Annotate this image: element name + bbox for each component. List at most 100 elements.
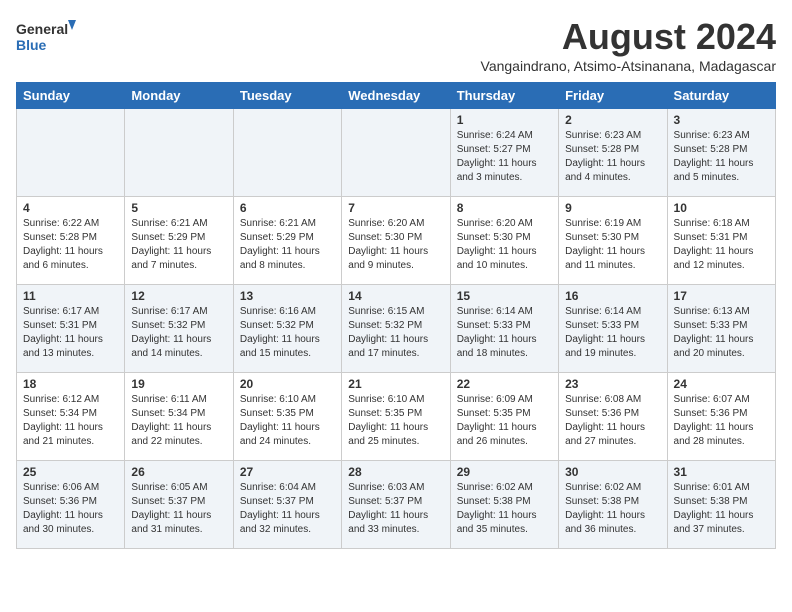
calendar-cell: 11 Sunrise: 6:17 AM Sunset: 5:31 PM Dayl…: [17, 285, 125, 373]
calendar-cell: 30 Sunrise: 6:02 AM Sunset: 5:38 PM Dayl…: [559, 461, 667, 549]
sunrise-text: Sunrise: 6:14 AM: [457, 305, 552, 319]
logo-svg: General Blue: [16, 16, 76, 60]
day-number: 19: [131, 377, 226, 391]
sunrise-text: Sunrise: 6:01 AM: [674, 481, 769, 495]
col-thursday: Thursday: [450, 83, 558, 109]
sunset-text: Sunset: 5:37 PM: [348, 495, 443, 509]
calendar-cell: 1 Sunrise: 6:24 AM Sunset: 5:27 PM Dayli…: [450, 109, 558, 197]
sunset-text: Sunset: 5:29 PM: [240, 231, 335, 245]
daylight-text: Daylight: 11 hours and 32 minutes.: [240, 509, 335, 537]
calendar-cell: [125, 109, 233, 197]
daylight-text: Daylight: 11 hours and 31 minutes.: [131, 509, 226, 537]
day-number: 31: [674, 465, 769, 479]
day-number: 3: [674, 113, 769, 127]
cell-content: Sunrise: 6:02 AM Sunset: 5:38 PM Dayligh…: [457, 481, 552, 537]
sunrise-text: Sunrise: 6:11 AM: [131, 393, 226, 407]
calendar-cell: 20 Sunrise: 6:10 AM Sunset: 5:35 PM Dayl…: [233, 373, 341, 461]
sunset-text: Sunset: 5:32 PM: [348, 319, 443, 333]
cell-content: Sunrise: 6:10 AM Sunset: 5:35 PM Dayligh…: [348, 393, 443, 449]
daylight-text: Daylight: 11 hours and 15 minutes.: [240, 333, 335, 361]
col-tuesday: Tuesday: [233, 83, 341, 109]
day-number: 6: [240, 201, 335, 215]
daylight-text: Daylight: 11 hours and 7 minutes.: [131, 245, 226, 273]
day-number: 21: [348, 377, 443, 391]
cell-content: Sunrise: 6:10 AM Sunset: 5:35 PM Dayligh…: [240, 393, 335, 449]
sunset-text: Sunset: 5:30 PM: [348, 231, 443, 245]
title-section: August 2024 Vangaindrano, Atsimo-Atsinan…: [481, 16, 776, 74]
daylight-text: Daylight: 11 hours and 6 minutes.: [23, 245, 118, 273]
sunset-text: Sunset: 5:35 PM: [457, 407, 552, 421]
daylight-text: Daylight: 11 hours and 12 minutes.: [674, 245, 769, 273]
calendar-cell: 31 Sunrise: 6:01 AM Sunset: 5:38 PM Dayl…: [667, 461, 775, 549]
sunrise-text: Sunrise: 6:20 AM: [457, 217, 552, 231]
daylight-text: Daylight: 11 hours and 21 minutes.: [23, 421, 118, 449]
daylight-text: Daylight: 11 hours and 35 minutes.: [457, 509, 552, 537]
day-number: 11: [23, 289, 118, 303]
sunrise-text: Sunrise: 6:23 AM: [674, 129, 769, 143]
sunset-text: Sunset: 5:32 PM: [131, 319, 226, 333]
daylight-text: Daylight: 11 hours and 4 minutes.: [565, 157, 660, 185]
cell-content: Sunrise: 6:15 AM Sunset: 5:32 PM Dayligh…: [348, 305, 443, 361]
calendar-cell: 7 Sunrise: 6:20 AM Sunset: 5:30 PM Dayli…: [342, 197, 450, 285]
svg-text:General: General: [16, 21, 68, 37]
calendar-week-row: 18 Sunrise: 6:12 AM Sunset: 5:34 PM Dayl…: [17, 373, 776, 461]
calendar-table: Sunday Monday Tuesday Wednesday Thursday…: [16, 82, 776, 549]
col-friday: Friday: [559, 83, 667, 109]
daylight-text: Daylight: 11 hours and 22 minutes.: [131, 421, 226, 449]
calendar-cell: 12 Sunrise: 6:17 AM Sunset: 5:32 PM Dayl…: [125, 285, 233, 373]
sunset-text: Sunset: 5:33 PM: [457, 319, 552, 333]
day-number: 26: [131, 465, 226, 479]
calendar-cell: [233, 109, 341, 197]
sunrise-text: Sunrise: 6:22 AM: [23, 217, 118, 231]
calendar-cell: 18 Sunrise: 6:12 AM Sunset: 5:34 PM Dayl…: [17, 373, 125, 461]
sunrise-text: Sunrise: 6:09 AM: [457, 393, 552, 407]
sunset-text: Sunset: 5:37 PM: [131, 495, 226, 509]
cell-content: Sunrise: 6:23 AM Sunset: 5:28 PM Dayligh…: [565, 129, 660, 185]
daylight-text: Daylight: 11 hours and 24 minutes.: [240, 421, 335, 449]
cell-content: Sunrise: 6:01 AM Sunset: 5:38 PM Dayligh…: [674, 481, 769, 537]
calendar-cell: 22 Sunrise: 6:09 AM Sunset: 5:35 PM Dayl…: [450, 373, 558, 461]
day-number: 23: [565, 377, 660, 391]
day-number: 22: [457, 377, 552, 391]
daylight-text: Daylight: 11 hours and 20 minutes.: [674, 333, 769, 361]
daylight-text: Daylight: 11 hours and 36 minutes.: [565, 509, 660, 537]
sunrise-text: Sunrise: 6:14 AM: [565, 305, 660, 319]
sunset-text: Sunset: 5:34 PM: [23, 407, 118, 421]
sunset-text: Sunset: 5:30 PM: [565, 231, 660, 245]
sunrise-text: Sunrise: 6:15 AM: [348, 305, 443, 319]
calendar-cell: 10 Sunrise: 6:18 AM Sunset: 5:31 PM Dayl…: [667, 197, 775, 285]
daylight-text: Daylight: 11 hours and 9 minutes.: [348, 245, 443, 273]
sunrise-text: Sunrise: 6:03 AM: [348, 481, 443, 495]
month-year-title: August 2024: [481, 16, 776, 58]
day-number: 13: [240, 289, 335, 303]
sunrise-text: Sunrise: 6:23 AM: [565, 129, 660, 143]
cell-content: Sunrise: 6:20 AM Sunset: 5:30 PM Dayligh…: [457, 217, 552, 273]
sunrise-text: Sunrise: 6:04 AM: [240, 481, 335, 495]
sunrise-text: Sunrise: 6:07 AM: [674, 393, 769, 407]
daylight-text: Daylight: 11 hours and 19 minutes.: [565, 333, 660, 361]
sunset-text: Sunset: 5:33 PM: [674, 319, 769, 333]
col-wednesday: Wednesday: [342, 83, 450, 109]
calendar-cell: 9 Sunrise: 6:19 AM Sunset: 5:30 PM Dayli…: [559, 197, 667, 285]
calendar-cell: 6 Sunrise: 6:21 AM Sunset: 5:29 PM Dayli…: [233, 197, 341, 285]
day-number: 16: [565, 289, 660, 303]
sunset-text: Sunset: 5:36 PM: [674, 407, 769, 421]
col-saturday: Saturday: [667, 83, 775, 109]
sunrise-text: Sunrise: 6:16 AM: [240, 305, 335, 319]
svg-text:Blue: Blue: [16, 37, 47, 53]
day-number: 10: [674, 201, 769, 215]
day-number: 14: [348, 289, 443, 303]
calendar-cell: 4 Sunrise: 6:22 AM Sunset: 5:28 PM Dayli…: [17, 197, 125, 285]
cell-content: Sunrise: 6:23 AM Sunset: 5:28 PM Dayligh…: [674, 129, 769, 185]
sunset-text: Sunset: 5:35 PM: [348, 407, 443, 421]
col-monday: Monday: [125, 83, 233, 109]
sunset-text: Sunset: 5:28 PM: [565, 143, 660, 157]
daylight-text: Daylight: 11 hours and 13 minutes.: [23, 333, 118, 361]
sunset-text: Sunset: 5:31 PM: [674, 231, 769, 245]
cell-content: Sunrise: 6:09 AM Sunset: 5:35 PM Dayligh…: [457, 393, 552, 449]
sunrise-text: Sunrise: 6:10 AM: [348, 393, 443, 407]
cell-content: Sunrise: 6:14 AM Sunset: 5:33 PM Dayligh…: [457, 305, 552, 361]
day-number: 15: [457, 289, 552, 303]
calendar-cell: 2 Sunrise: 6:23 AM Sunset: 5:28 PM Dayli…: [559, 109, 667, 197]
sunrise-text: Sunrise: 6:19 AM: [565, 217, 660, 231]
